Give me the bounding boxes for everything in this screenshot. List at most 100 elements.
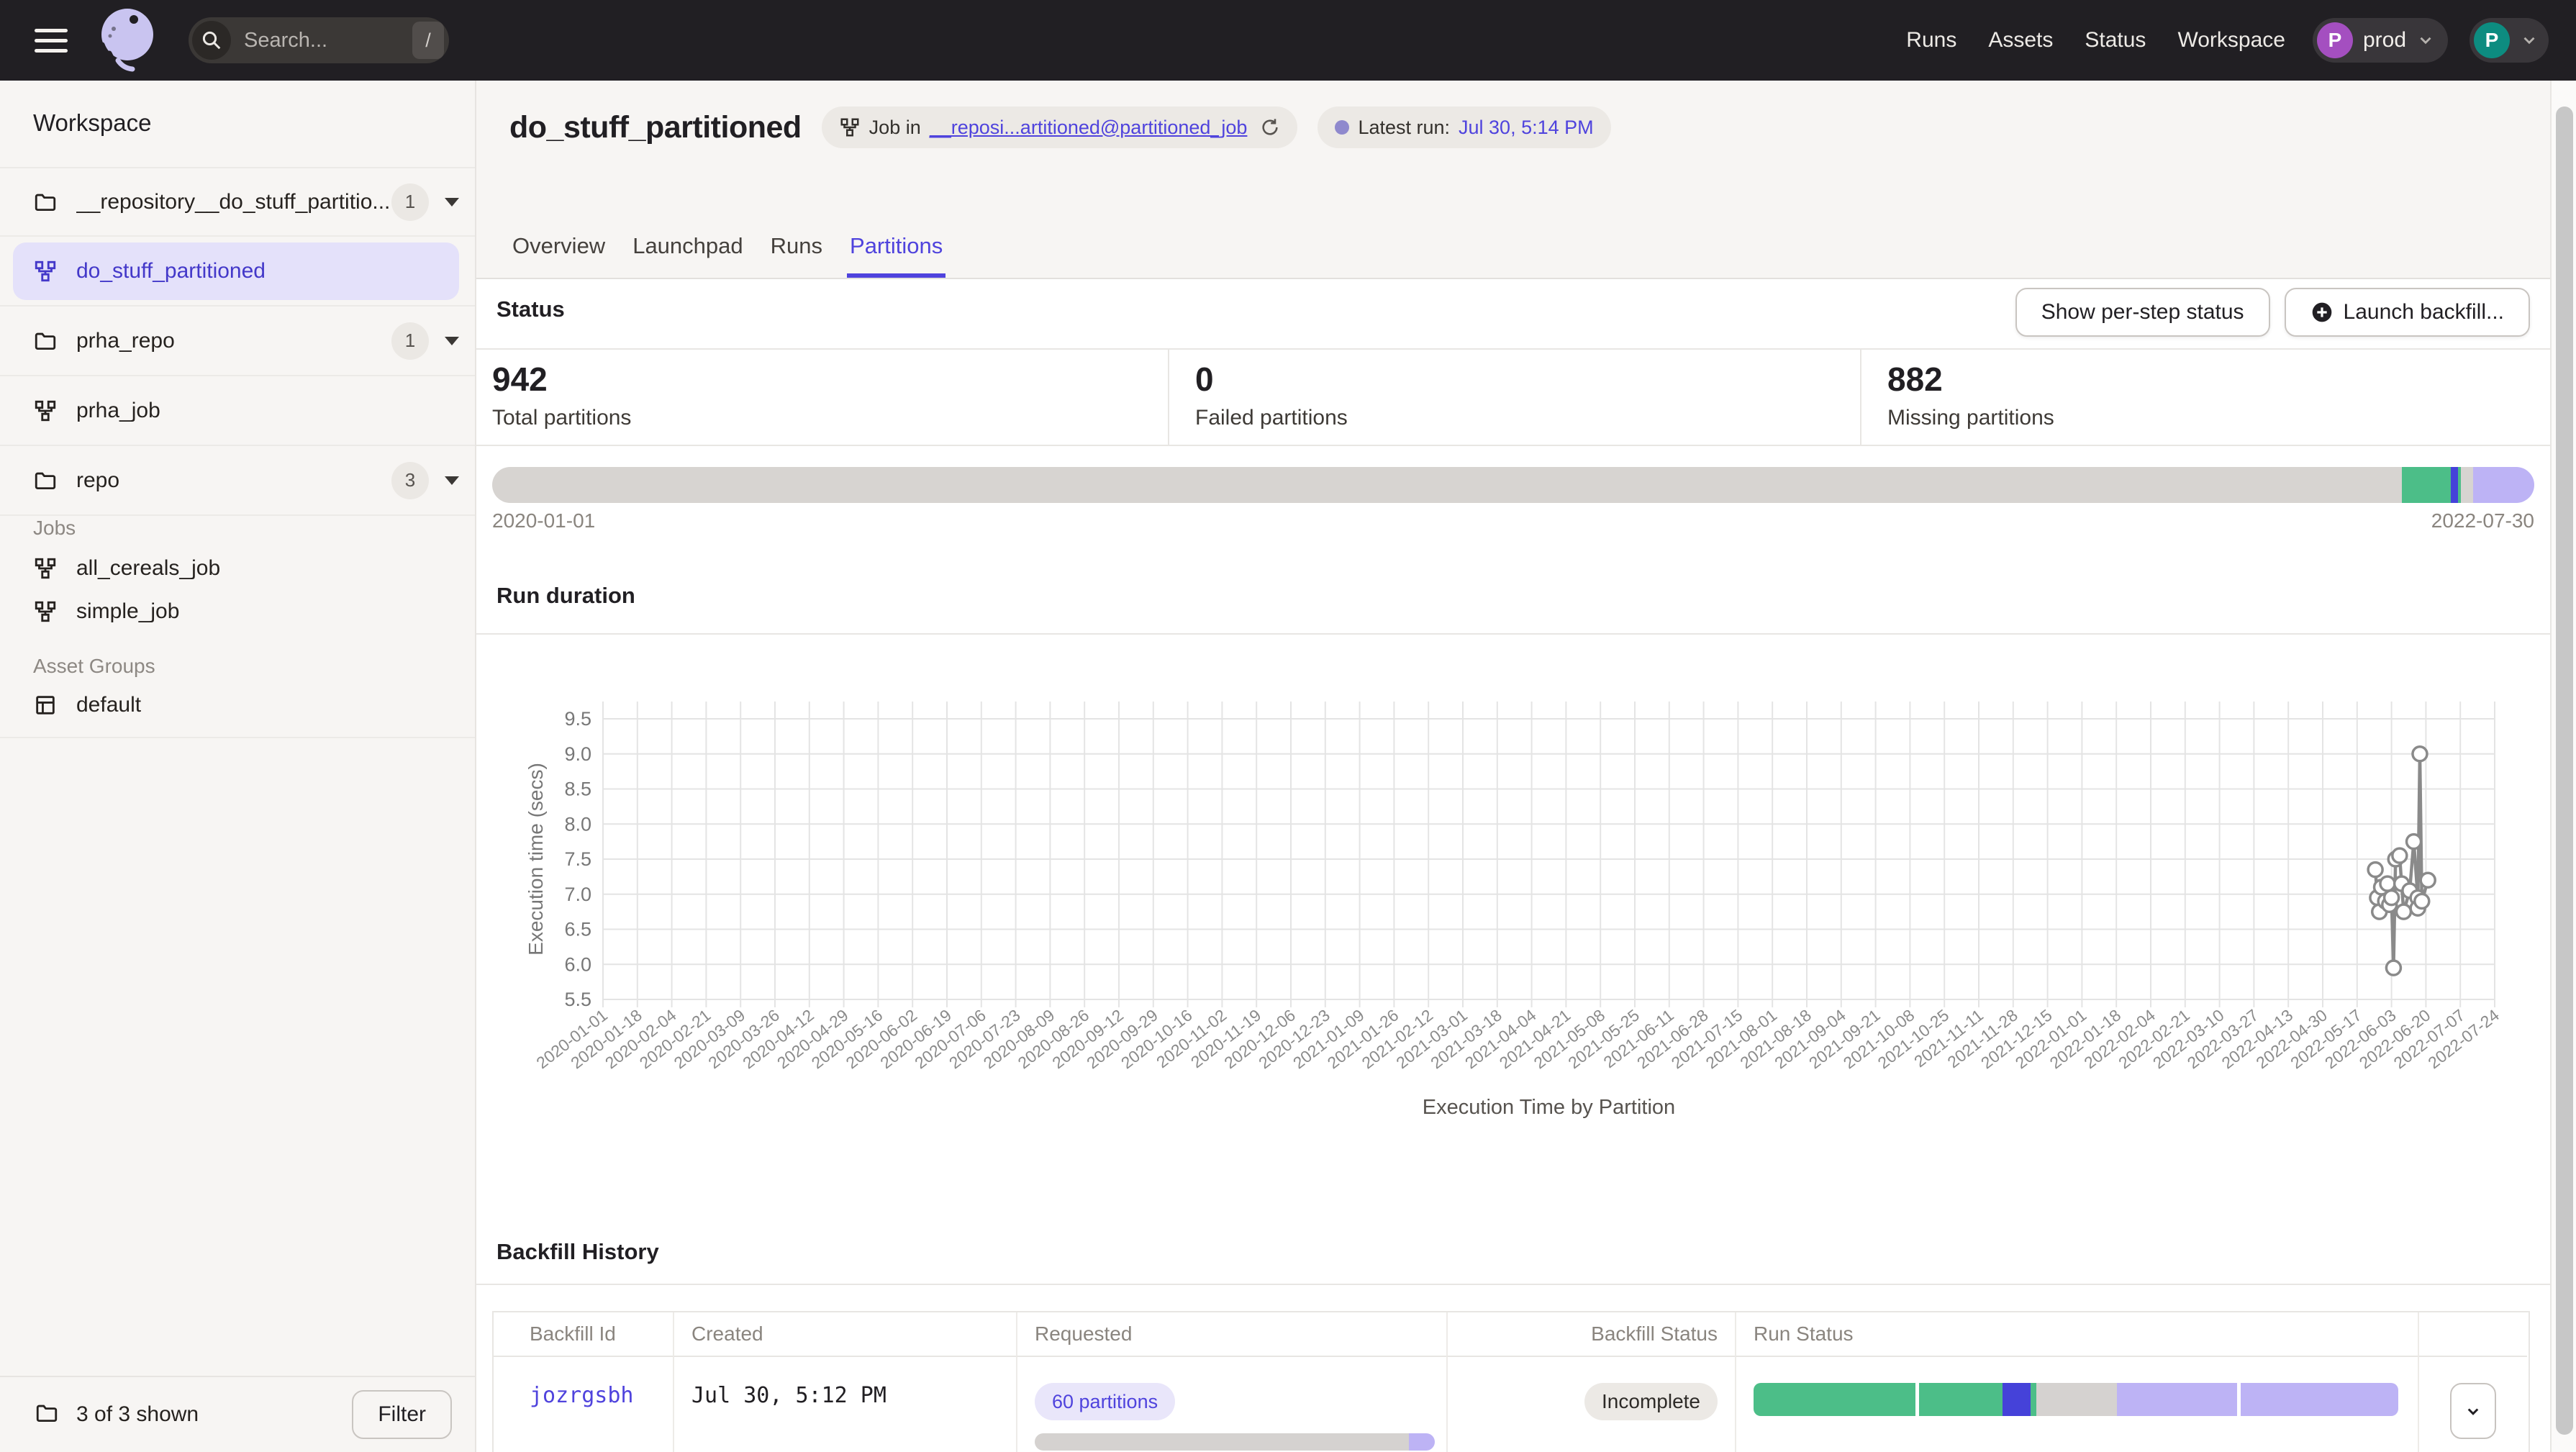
deployment-switcher[interactable]: P prod xyxy=(2313,18,2448,63)
sidebar-footer: 3 of 3 shown Filter xyxy=(0,1376,475,1452)
user-avatar: P xyxy=(2474,22,2510,58)
partition-stats: 942Total partitions0Failed partitions882… xyxy=(476,348,2576,445)
sidebar-item-all-cereals-job[interactable]: all_cereals_job xyxy=(0,548,475,589)
backfill-status-cell: Incomplete xyxy=(1446,1357,1735,1452)
refresh-icon[interactable] xyxy=(1260,117,1280,137)
tab-runs[interactable]: Runs xyxy=(768,233,825,278)
run-status-bar[interactable] xyxy=(1754,1383,2398,1416)
sidebar-item-label: prha_repo xyxy=(76,329,391,353)
run-status-dot-icon xyxy=(1335,120,1349,135)
item-count-badge: 3 xyxy=(391,462,429,499)
menu-icon[interactable] xyxy=(35,29,68,53)
nav-workspace[interactable]: Workspace xyxy=(2177,28,2285,53)
tab-overview[interactable]: Overview xyxy=(509,233,608,278)
sidebar-title: Workspace xyxy=(33,109,151,137)
bar-segment xyxy=(2003,1383,2031,1416)
item-count-badge: 1 xyxy=(391,183,429,221)
search-icon xyxy=(192,21,231,60)
svg-text:9.0: 9.0 xyxy=(564,743,591,765)
bar-segment xyxy=(2031,1383,2036,1416)
sidebar-item-do-stuff-partitioned[interactable]: do_stuff_partitioned xyxy=(0,237,475,307)
page-header: do_stuff_partitioned Job in __reposi...a… xyxy=(476,81,2576,279)
asset-group-icon xyxy=(33,693,59,717)
run-status-cell xyxy=(1735,1357,2418,1452)
stat-label: Total partitions xyxy=(492,406,1168,430)
sidebar-item-prha-job[interactable]: prha_job xyxy=(0,376,475,446)
job-origin-tag: Job in __reposi...artitioned@partitioned… xyxy=(822,106,1298,148)
job-icon xyxy=(33,258,59,284)
svg-text:Execution Time by Partition: Execution Time by Partition xyxy=(1423,1096,1675,1119)
search-input[interactable]: Search... / xyxy=(189,17,449,63)
stat-failed-partitions: 0Failed partitions xyxy=(1168,348,1860,445)
stat-value: 942 xyxy=(492,360,1168,399)
sidebar-item-label: simple_job xyxy=(76,599,179,624)
requested-partitions-bar xyxy=(1035,1433,1435,1451)
dagster-logo[interactable] xyxy=(98,7,157,73)
expand-row-button[interactable] xyxy=(2450,1383,2496,1439)
stat-label: Missing partitions xyxy=(1887,406,2576,430)
bar-segment xyxy=(2461,467,2473,503)
nav-runs[interactable]: Runs xyxy=(1906,28,1956,53)
svg-text:8.0: 8.0 xyxy=(564,813,591,835)
folder-icon xyxy=(33,328,59,354)
bar-segment xyxy=(1035,1433,1409,1451)
tab-partitions[interactable]: Partitions xyxy=(847,233,945,278)
bar-segment xyxy=(2036,1383,2118,1416)
backfill-created: Jul 30, 5:12 PM xyxy=(673,1357,1016,1452)
job-icon xyxy=(33,556,59,581)
sidebar-item-prha-repo[interactable]: prha_repo1 xyxy=(0,307,475,376)
item-count-badge: 1 xyxy=(391,322,429,360)
partition-status-bar[interactable] xyxy=(492,467,2534,503)
bar-segment xyxy=(2117,1383,2237,1416)
svg-text:6.0: 6.0 xyxy=(564,953,591,975)
run-duration-chart[interactable]: 2020-01-012020-01-182020-02-042020-02-21… xyxy=(476,648,2576,1151)
col-run-status: Run Status xyxy=(1735,1312,2418,1357)
expander-caret-icon[interactable] xyxy=(445,198,459,207)
job-icon xyxy=(839,117,861,138)
workspace-sidebar: Workspace __repository__do_stuff_partiti… xyxy=(0,81,476,1452)
sidebar-item-label: __repository__do_stuff_partitio... xyxy=(76,190,391,214)
folder-icon xyxy=(35,1401,59,1429)
sidebar-item-repository-do-stuff-partitio[interactable]: __repository__do_stuff_partitio...1 xyxy=(0,167,475,237)
sidebar-item-repo[interactable]: repo3 xyxy=(0,446,475,516)
sidebar-item-default[interactable]: default xyxy=(0,685,475,725)
stat-value: 882 xyxy=(1887,360,2576,399)
search-shortcut-key: / xyxy=(412,22,444,59)
job-origin-link[interactable]: __reposi...artitioned@partitioned_job xyxy=(930,117,1248,139)
col-backfill-status: Backfill Status xyxy=(1446,1312,1735,1357)
scrollbar-thumb[interactable] xyxy=(2556,106,2573,1435)
top-nav: Runs Assets Status Workspace xyxy=(1906,28,2285,53)
requested-partitions-tag[interactable]: 60 partitions xyxy=(1035,1383,1175,1420)
show-per-step-status-button[interactable]: Show per-step status xyxy=(2015,288,2270,337)
page-scrollbar[interactable] xyxy=(2550,81,2576,1452)
backfill-id-link[interactable]: jozrgsbh xyxy=(494,1357,673,1452)
latest-run-tag: Latest run: Jul 30, 5:14 PM xyxy=(1318,106,1610,148)
nav-assets[interactable]: Assets xyxy=(1988,28,2053,53)
job-icon xyxy=(33,398,59,424)
svg-text:7.5: 7.5 xyxy=(564,848,591,870)
deployment-label: prod xyxy=(2363,28,2406,53)
svg-text:8.5: 8.5 xyxy=(564,779,591,800)
expander-caret-icon[interactable] xyxy=(445,476,459,485)
nav-status[interactable]: Status xyxy=(2085,28,2146,53)
sidebar-item-label: do_stuff_partitioned xyxy=(76,259,459,283)
latest-run-link[interactable]: Jul 30, 5:14 PM xyxy=(1459,117,1594,139)
stat-missing-partitions: 882 Missing partitions xyxy=(1860,348,2576,445)
bar-segment xyxy=(1919,1383,2003,1416)
filter-button[interactable]: Filter xyxy=(352,1390,452,1439)
expander-caret-icon[interactable] xyxy=(445,337,459,345)
folder-icon xyxy=(33,189,59,215)
user-menu[interactable]: P xyxy=(2470,18,2549,63)
sidebar-item-label: default xyxy=(76,693,141,717)
launch-backfill-button[interactable]: Launch backfill... xyxy=(2285,288,2530,337)
chevron-down-icon xyxy=(2416,31,2435,50)
stat-value: 0 xyxy=(1195,360,1860,399)
bar-segment xyxy=(2402,467,2451,503)
sidebar-item-simple-job[interactable]: simple_job xyxy=(0,591,475,632)
bar-segment xyxy=(2473,467,2534,503)
backfill-status-badge: Incomplete xyxy=(1584,1383,1718,1420)
backfill-table: Backfill Id Created Requested Backfill S… xyxy=(492,1311,2530,1452)
sidebar-item-label: prha_job xyxy=(76,399,459,423)
col-actions xyxy=(2418,1312,2527,1357)
tab-launchpad[interactable]: Launchpad xyxy=(630,233,745,278)
